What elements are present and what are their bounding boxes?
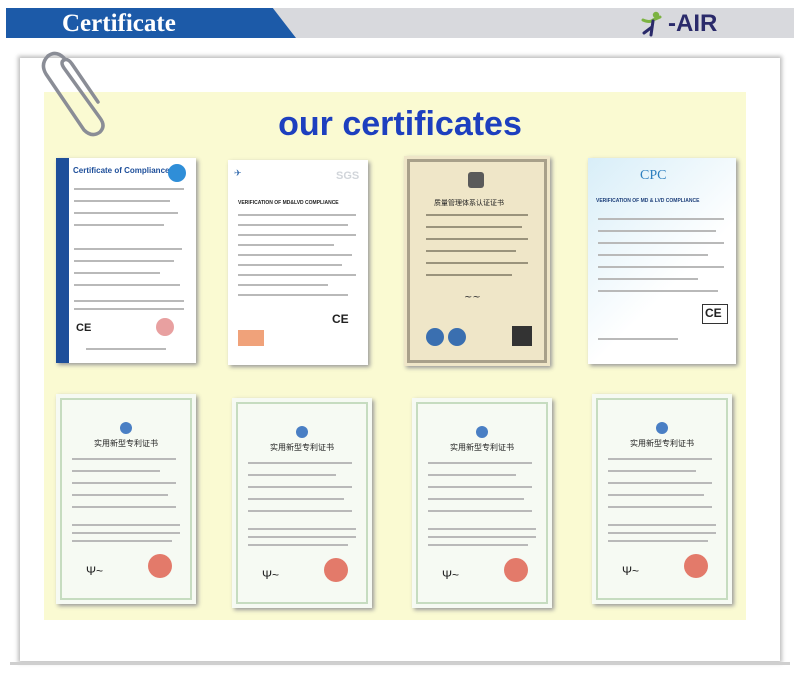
patent-certificate-1: 实用新型专利证书 Ψ~ — [56, 394, 196, 604]
patent-certificate-2: 实用新型专利证书 Ψ~ — [232, 398, 372, 608]
ce-mark: CE — [76, 322, 92, 334]
signature-icon: Ψ~ — [442, 568, 460, 582]
certificate-image-2: ✈ SGS VERIFICATION OF MD&LVD COMPLIANCE … — [228, 160, 368, 365]
cert-subtitle: VERIFICATION OF MD & LVD COMPLIANCE — [596, 198, 700, 204]
ce-mark: CE — [705, 306, 722, 320]
cert-title: 质量管理体系认证证书 — [434, 199, 504, 207]
official-seal-icon — [504, 558, 528, 582]
ce-mark: CE — [332, 312, 349, 326]
sgs-watermark: SGS — [336, 170, 360, 182]
stamp-icon — [156, 318, 174, 336]
stamp-icon — [238, 330, 264, 346]
page-title: Certificate — [62, 10, 176, 37]
official-seal-icon — [148, 554, 172, 578]
patent-title: 实用新型专利证书 — [450, 443, 514, 452]
section-heading: our certificates — [278, 105, 522, 143]
cert-subtitle: VERIFICATION OF MD&LVD COMPLIANCE — [238, 200, 339, 206]
qr-code-icon — [512, 326, 532, 346]
iaf-logo-icon — [426, 328, 444, 346]
frame-divider — [10, 662, 790, 665]
certificate-image-4: CPC VERIFICATION OF MD & LVD COMPLIANCE … — [588, 158, 736, 364]
bird-logo-icon: ✈ — [234, 168, 242, 178]
patent-title: 实用新型专利证书 — [94, 439, 158, 448]
cnas-logo-icon — [448, 328, 466, 346]
signature-icon: Ψ~ — [622, 564, 640, 578]
official-seal-icon — [684, 554, 708, 578]
patent-emblem-icon — [656, 422, 668, 434]
brand-logo: -AIR — [640, 10, 717, 38]
patent-emblem-icon — [296, 426, 308, 438]
cert-emblem-icon — [468, 172, 484, 188]
cpc-logo: CPC — [640, 168, 667, 183]
cert-logo-icon — [168, 164, 186, 182]
page-header: Certificate -AIR — [0, 0, 800, 40]
official-seal-icon — [324, 558, 348, 582]
paperclip-icon — [41, 51, 105, 137]
logo-text: -AIR — [668, 10, 718, 37]
patent-title: 实用新型专利证书 — [630, 439, 694, 448]
patent-title: 实用新型专利证书 — [270, 443, 334, 452]
patent-emblem-icon — [120, 422, 132, 434]
signature-icon: Ψ~ — [262, 568, 280, 582]
patent-certificate-4: 实用新型专利证书 Ψ~ — [592, 394, 732, 604]
signature-icon: Ψ~ — [86, 564, 104, 578]
signature-icon: ~~ — [464, 292, 481, 303]
cert-side-bar — [56, 158, 69, 363]
runner-logo-icon — [641, 11, 662, 37]
cert-title: Certificate of Compliance — [73, 166, 170, 175]
patent-emblem-icon — [476, 426, 488, 438]
certificate-image-3: 质量管理体系认证证书 ~~ — [404, 156, 550, 366]
certificate-image-1: Certificate of Compliance CE — [56, 158, 196, 363]
patent-certificate-3: 实用新型专利证书 Ψ~ — [412, 398, 552, 608]
